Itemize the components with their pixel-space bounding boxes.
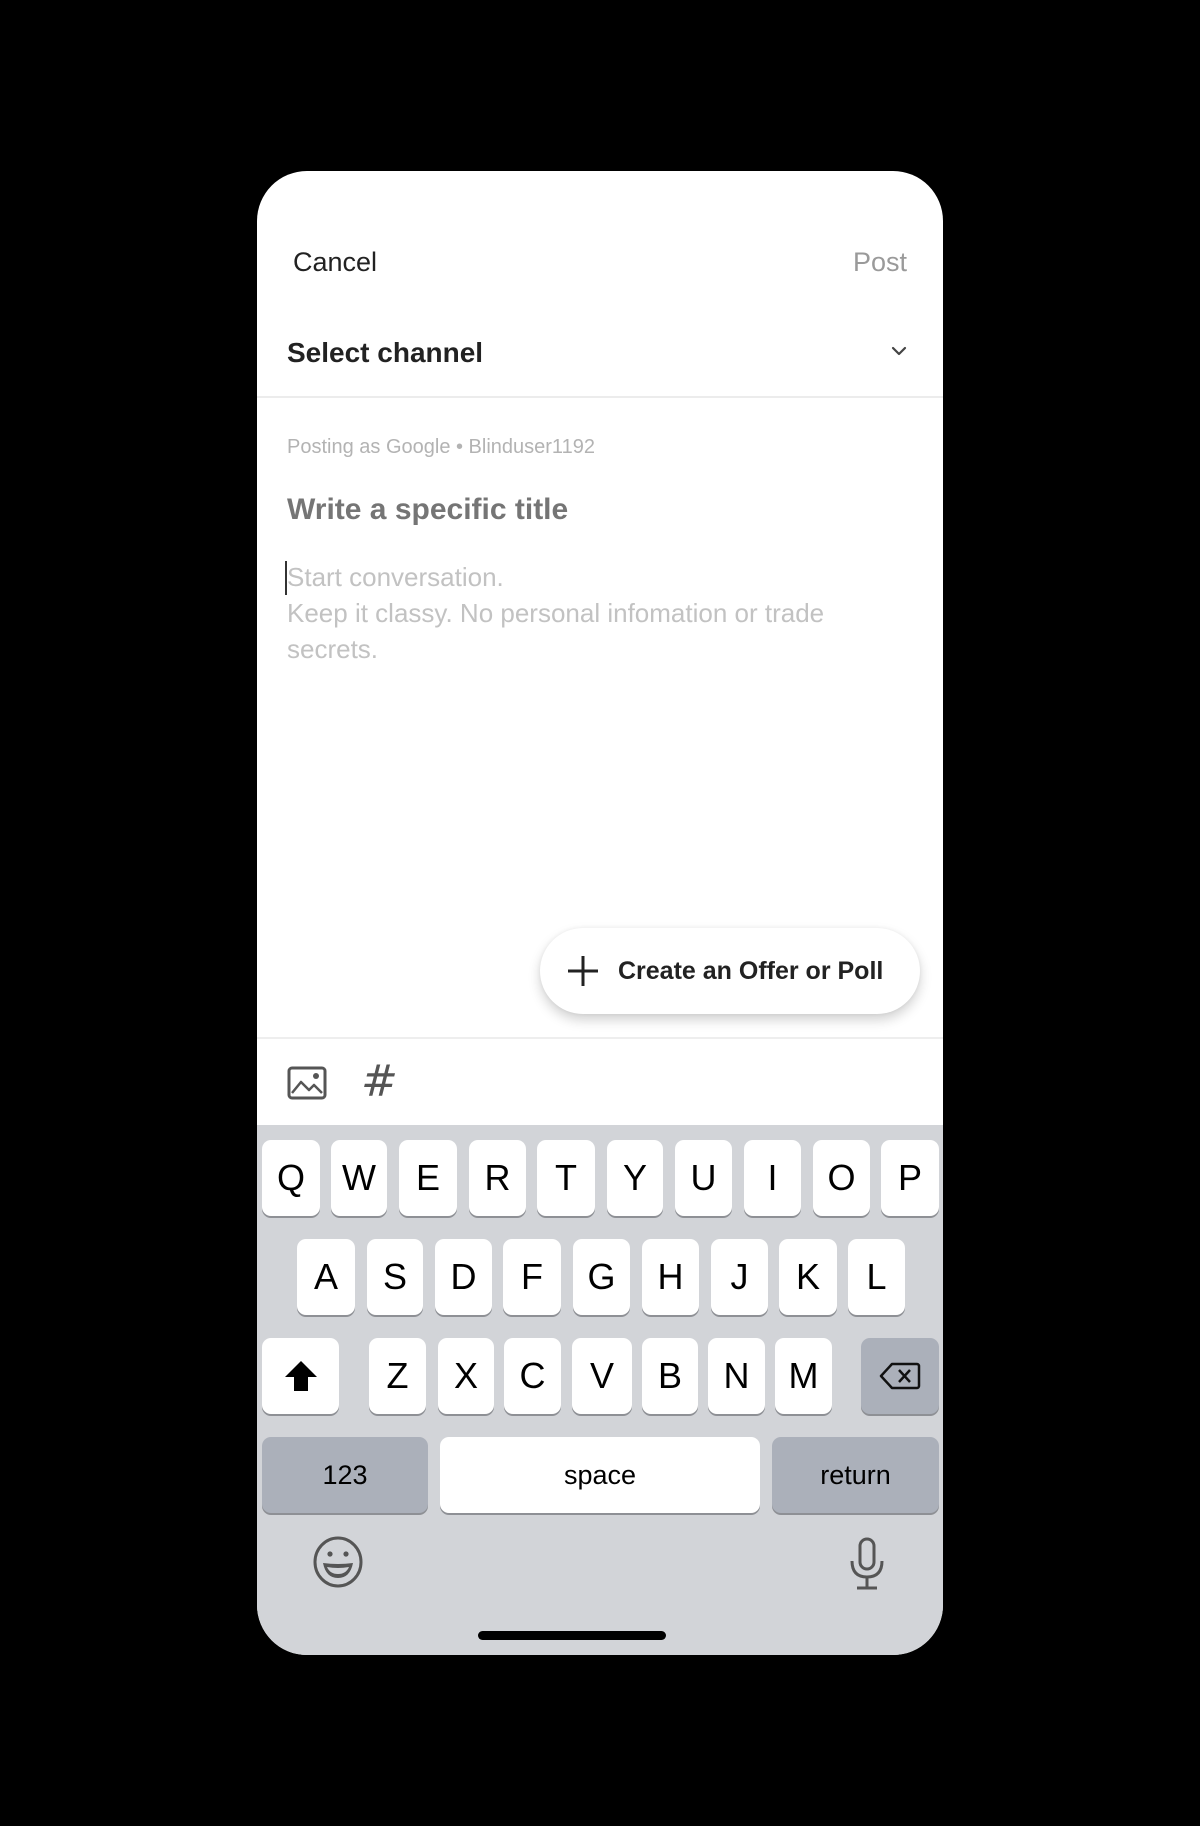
chevron-down-icon [891, 346, 907, 356]
key-w[interactable]: W [331, 1140, 387, 1216]
key-u[interactable]: U [675, 1140, 732, 1216]
shift-icon [284, 1361, 317, 1391]
key-f[interactable]: F [503, 1239, 561, 1315]
key-k[interactable]: K [779, 1239, 837, 1315]
shift-key[interactable] [262, 1338, 339, 1414]
key-i[interactable]: I [744, 1140, 801, 1216]
body-placeholder-line: secrets. [287, 634, 379, 664]
divider [257, 1037, 943, 1039]
delete-key[interactable] [861, 1338, 939, 1414]
key-m[interactable]: M [775, 1338, 832, 1414]
key-q[interactable]: Q [262, 1140, 320, 1216]
channel-selector[interactable]: Select channel [257, 321, 943, 395]
space-key[interactable]: space [440, 1437, 760, 1513]
compose-post-screen: Cancel Post Select channel Posting as Go… [257, 171, 943, 1655]
cancel-button[interactable]: Cancel [293, 247, 377, 278]
key-d[interactable]: D [435, 1239, 492, 1315]
create-offer-or-poll-label: Create an Offer or Poll [618, 957, 884, 985]
key-v[interactable]: V [572, 1338, 632, 1414]
key-s[interactable]: S [367, 1239, 423, 1315]
key-x[interactable]: X [438, 1338, 494, 1414]
microphone-icon[interactable] [847, 1537, 887, 1591]
key-b[interactable]: B [642, 1338, 698, 1414]
return-key[interactable]: return [772, 1437, 939, 1513]
key-z[interactable]: Z [369, 1338, 426, 1414]
key-t[interactable]: T [537, 1140, 595, 1216]
key-o[interactable]: O [813, 1140, 870, 1216]
body-placeholder-line: Start conversation. [287, 562, 504, 592]
home-indicator [478, 1631, 666, 1640]
key-e[interactable]: E [399, 1140, 457, 1216]
body-input[interactable]: Start conversation. Keep it classy. No p… [285, 559, 907, 667]
create-offer-or-poll-button[interactable]: Create an Offer or Poll [540, 928, 920, 1014]
key-h[interactable]: H [642, 1239, 699, 1315]
backspace-icon [879, 1362, 921, 1390]
plus-icon [568, 956, 598, 986]
channel-selector-label: Select channel [287, 337, 484, 368]
key-j[interactable]: J [711, 1239, 768, 1315]
keyboard: Q W E R T Y U I O P A S D F G H J K L Z … [257, 1125, 943, 1655]
body-placeholder-line: Keep it classy. No personal infomation o… [287, 598, 825, 628]
key-a[interactable]: A [297, 1239, 355, 1315]
post-button[interactable]: Post [853, 247, 907, 278]
key-c[interactable]: C [504, 1338, 561, 1414]
emoji-icon[interactable] [312, 1536, 364, 1588]
key-l[interactable]: L [848, 1239, 905, 1315]
text-caret [285, 561, 287, 595]
key-n[interactable]: N [708, 1338, 765, 1414]
key-r[interactable]: R [469, 1140, 526, 1216]
key-g[interactable]: G [573, 1239, 630, 1315]
numbers-key[interactable]: 123 [262, 1437, 428, 1513]
image-icon[interactable] [287, 1066, 327, 1100]
title-input[interactable] [287, 493, 907, 527]
key-p[interactable]: P [881, 1140, 939, 1216]
divider [257, 396, 943, 398]
posting-as-label: Posting as Google • Blinduser1192 [287, 436, 595, 458]
key-y[interactable]: Y [607, 1140, 663, 1216]
hashtag-icon[interactable]: # [361, 1056, 398, 1107]
